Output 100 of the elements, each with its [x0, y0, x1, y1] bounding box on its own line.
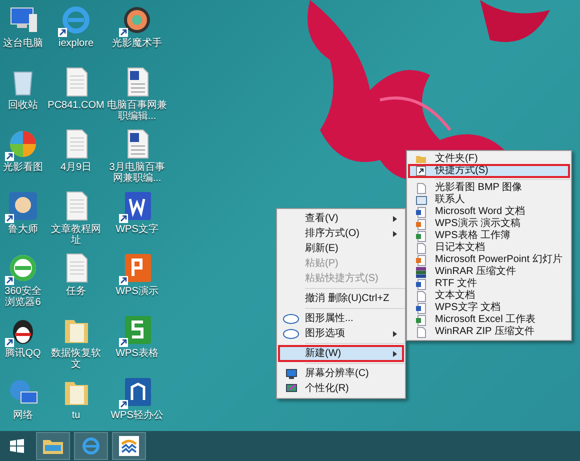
- menu-item[interactable]: 联系人: [409, 194, 569, 206]
- menu-item[interactable]: WinRAR 压缩文件: [409, 266, 569, 278]
- menu-item-label: 文件夹(F): [434, 154, 478, 164]
- desktop-icon-label[interactable]: 文章教程网址: [47, 224, 105, 246]
- monitor-brush-icon: [286, 384, 296, 394]
- taskbar-button[interactable]: [112, 432, 146, 460]
- menu-item[interactable]: 屏幕分辨率(C): [279, 366, 403, 381]
- desktop-icon-label[interactable]: 360安全浏览器6: [0, 286, 46, 308]
- menu-item-label: WPS文字 文档: [434, 303, 501, 313]
- menu-item[interactable]: RTF 文件: [409, 278, 569, 290]
- menu-item-label: 图形选项: [304, 328, 345, 338]
- menu-item[interactable]: Microsoft Word 文档: [409, 206, 569, 218]
- menu-item-label: WinRAR 压缩文件: [434, 267, 516, 277]
- file-icon: [416, 326, 426, 338]
- menu-item-label: 文本文档: [434, 291, 475, 301]
- menu-item-label: 联系人: [434, 195, 465, 205]
- taskbar-button[interactable]: [36, 432, 70, 460]
- menu-item[interactable]: 查看(V): [279, 211, 403, 226]
- menu-item[interactable]: Microsoft Excel 工作表: [409, 314, 569, 326]
- menu-item[interactable]: 刷新(E): [279, 241, 403, 256]
- menu-item-label: WPS表格 工作簿: [434, 231, 511, 241]
- desktop-icon-label[interactable]: iexplore: [58, 38, 94, 49]
- shortcut-arrow-icon: [5, 152, 14, 161]
- document-icon: [416, 206, 426, 218]
- menu-item[interactable]: 撤消 删除(U)Ctrl+Z: [279, 291, 403, 306]
- menu-item-label: 粘贴(P): [304, 258, 338, 268]
- menu-item-label: 个性化(R): [304, 384, 349, 394]
- menu-item[interactable]: WPS表格 工作簿: [409, 230, 569, 242]
- desktop-icon-label[interactable]: 任务: [66, 286, 86, 297]
- menu-item[interactable]: 文本文档: [409, 290, 569, 302]
- shortcut-arrow-icon: [5, 276, 14, 285]
- menu-item-label: 查看(V): [304, 214, 338, 224]
- shortcut-arrow-icon: [58, 28, 67, 37]
- menu-item[interactable]: WPS演示 演示文稿: [409, 218, 569, 230]
- windows-logo-icon: [10, 439, 24, 453]
- menu-item[interactable]: 排序方式(O): [279, 226, 403, 241]
- shortcut-arrow-icon: [416, 166, 426, 176]
- menu-item-label: WinRAR ZIP 压缩文件: [434, 327, 534, 337]
- submenu-arrow-icon: [393, 330, 397, 336]
- desktop-icon-label[interactable]: 网络: [13, 410, 33, 421]
- menu-item-label: RTF 文件: [434, 279, 478, 289]
- document-icon: [416, 218, 426, 230]
- shortcut-key-label: Ctrl+Z: [362, 294, 390, 304]
- menu-item[interactable]: 新建(W): [279, 346, 403, 361]
- desktop-icon-label[interactable]: WPS演示: [116, 286, 158, 297]
- desktop-icon-label[interactable]: 光影魔术手: [112, 38, 162, 49]
- menu-item-label: 粘贴快捷方式(S): [304, 274, 378, 284]
- desktop-icon: [7, 252, 39, 284]
- desktop-icon-label[interactable]: 3月电脑百事网兼职编...: [106, 162, 168, 184]
- shortcut-arrow-icon: [119, 214, 128, 223]
- menu-item-label: 撤消 删除(U): [304, 294, 362, 304]
- desktop-icon: [7, 128, 39, 160]
- menu-item[interactable]: 文件夹(F): [409, 153, 569, 165]
- menu-item[interactable]: 日记本文档: [409, 242, 569, 254]
- menu-item-label: 日记本文档: [434, 243, 485, 253]
- desktop-icon-label[interactable]: 鲁大师: [8, 224, 38, 235]
- desktop-icon: [7, 190, 39, 222]
- intel-logo-icon: [283, 328, 299, 338]
- menu-item-label: 光影看图 BMP 图像: [434, 183, 522, 193]
- desktop-icon-label[interactable]: 4月9日: [60, 162, 92, 173]
- file-icon: [416, 242, 426, 254]
- desktop-icon-label[interactable]: 回收站: [8, 100, 38, 111]
- desktop-icon-label[interactable]: WPS文字: [116, 224, 158, 235]
- menu-item[interactable]: WPS文字 文档: [409, 302, 569, 314]
- app-wave-icon: [119, 436, 139, 456]
- shortcut-arrow-icon: [5, 338, 14, 347]
- menu-item[interactable]: 图形选项: [279, 326, 403, 341]
- document-icon: [416, 302, 426, 314]
- desktop-icon-label[interactable]: 数据恢复软文: [47, 348, 105, 370]
- menu-item-label: 新建(W): [304, 348, 342, 358]
- contact-card-icon: [416, 196, 426, 204]
- desktop-icon-label[interactable]: 光影看图: [3, 162, 43, 173]
- menu-item-label: WPS演示 演示文稿: [434, 219, 521, 229]
- menu-item[interactable]: WinRAR ZIP 压缩文件: [409, 326, 569, 338]
- shortcut-arrow-icon: [5, 214, 14, 223]
- desktop-icon-label[interactable]: 电脑百事网兼职编辑...: [106, 100, 168, 122]
- submenu-arrow-icon: [393, 216, 397, 222]
- browser-e-icon: [81, 436, 101, 456]
- desktop-icon: [60, 4, 92, 36]
- archive-books-icon: [416, 266, 426, 278]
- monitor-icon: [286, 368, 296, 378]
- submenu-arrow-icon: [393, 230, 397, 236]
- menu-item[interactable]: Microsoft PowerPoint 幻灯片: [409, 254, 569, 266]
- menu-item-label: 排序方式(O): [304, 228, 360, 238]
- document-icon: [416, 230, 426, 242]
- desktop-icon-label[interactable]: 这台电脑: [3, 38, 43, 49]
- desktop-icon-label[interactable]: 腾讯QQ: [5, 348, 41, 359]
- folder-icon: [42, 437, 64, 455]
- desktop-icon-label[interactable]: PC841.COM: [48, 100, 104, 111]
- menu-item-label: Microsoft PowerPoint 幻灯片: [434, 255, 562, 265]
- menu-item-label: Microsoft Excel 工作表: [434, 315, 536, 325]
- menu-item[interactable]: 光影看图 BMP 图像: [409, 182, 569, 194]
- shortcut-arrow-icon: [119, 28, 128, 37]
- menu-item-label: 图形属性...: [304, 314, 354, 324]
- menu-item-label: 屏幕分辨率(C): [304, 368, 369, 378]
- menu-item[interactable]: 图形属性...: [279, 311, 403, 326]
- shortcut-arrow-icon: [119, 276, 128, 285]
- submenu-arrow-icon: [393, 350, 397, 356]
- menu-item-label: 刷新(E): [304, 244, 338, 254]
- menu-item[interactable]: 个性化(R): [279, 381, 403, 396]
